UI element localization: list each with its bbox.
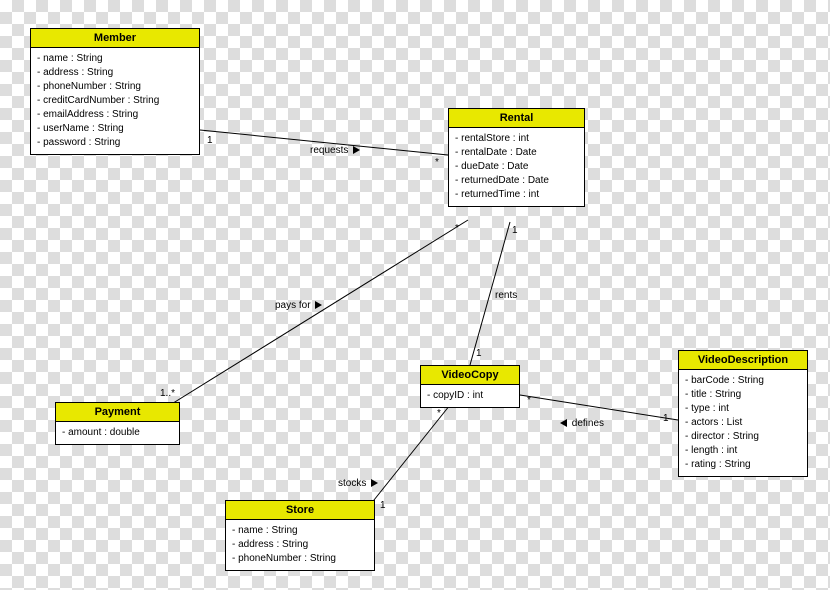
assoc-requests-label: requests [310,145,360,156]
class-rental: Rental - rentalStore : int - rentalDate … [448,108,585,207]
class-videodescription-attrs: - barCode : String - title : String - ty… [679,370,807,476]
class-payment-title: Payment [56,403,179,422]
class-videocopy: VideoCopy - copyID : int [420,365,520,408]
attr: - name : String [232,524,368,538]
attr: - title : String [685,388,801,402]
class-videocopy-title: VideoCopy [421,366,519,385]
uml-class-diagram: Member - name : String - address : Strin… [0,0,830,590]
mult-defines-star: * [527,395,531,406]
class-videocopy-attrs: - copyID : int [421,385,519,407]
attr: - length : int [685,444,801,458]
mult-paysfor-star: * [455,223,459,234]
class-member: Member - name : String - address : Strin… [30,28,200,155]
arrow-right-icon [353,146,360,154]
class-videodescription-title: VideoDescription [679,351,807,370]
mult-requests-1: 1 [207,135,213,146]
mult-rents-bottom: 1 [476,348,482,359]
class-store: Store - name : String - address : String… [225,500,375,571]
class-rental-title: Rental [449,109,584,128]
attr: - userName : String [37,122,193,136]
assoc-defines-label: defines [560,418,604,429]
attr: - phoneNumber : String [37,80,193,94]
attr: - copyID : int [427,389,513,403]
attr: - creditCardNumber : String [37,94,193,108]
class-store-title: Store [226,501,374,520]
mult-stocks-star: * [437,408,441,419]
attr: - actors : List [685,416,801,430]
assoc-stocks-label: stocks [338,478,378,489]
attr: - rating : String [685,458,801,472]
mult-rents-top: 1 [512,225,518,236]
attr: - name : String [37,52,193,66]
mult-stocks-1: 1 [380,500,386,511]
arrow-right-icon [315,301,322,309]
attr: - rentalStore : int [455,132,578,146]
class-member-attrs: - name : String - address : String - pho… [31,48,199,154]
attr: - address : String [37,66,193,80]
class-videodescription: VideoDescription - barCode : String - ti… [678,350,808,477]
mult-requests-star: * [435,157,439,168]
assoc-rents-text: rents [495,290,517,301]
assoc-paysfor-text: pays for [275,300,311,311]
class-rental-attrs: - rentalStore : int - rentalDate : Date … [449,128,584,206]
class-payment-attrs: - amount : double [56,422,179,444]
attr: - password : String [37,136,193,150]
attr: - phoneNumber : String [232,552,368,566]
class-member-title: Member [31,29,199,48]
attr: - address : String [232,538,368,552]
attr: - returnedTime : int [455,188,578,202]
attr: - amount : double [62,426,173,440]
class-store-attrs: - name : String - address : String - pho… [226,520,374,570]
class-payment: Payment - amount : double [55,402,180,445]
arrow-right-icon [371,479,378,487]
assoc-rents-label: rents [495,290,517,301]
assoc-requests-text: requests [310,145,348,156]
attr: - emailAddress : String [37,108,193,122]
attr: - rentalDate : Date [455,146,578,160]
mult-paysfor-1star: 1..* [160,388,175,399]
attr: - dueDate : Date [455,160,578,174]
attr: - director : String [685,430,801,444]
attr: - barCode : String [685,374,801,388]
attr: - type : int [685,402,801,416]
assoc-stocks-text: stocks [338,478,366,489]
arrow-left-icon [560,419,567,427]
attr: - returnedDate : Date [455,174,578,188]
assoc-paysfor-label: pays for [275,300,322,311]
assoc-defines-text: defines [572,418,604,429]
mult-defines-1: 1 [663,413,669,424]
